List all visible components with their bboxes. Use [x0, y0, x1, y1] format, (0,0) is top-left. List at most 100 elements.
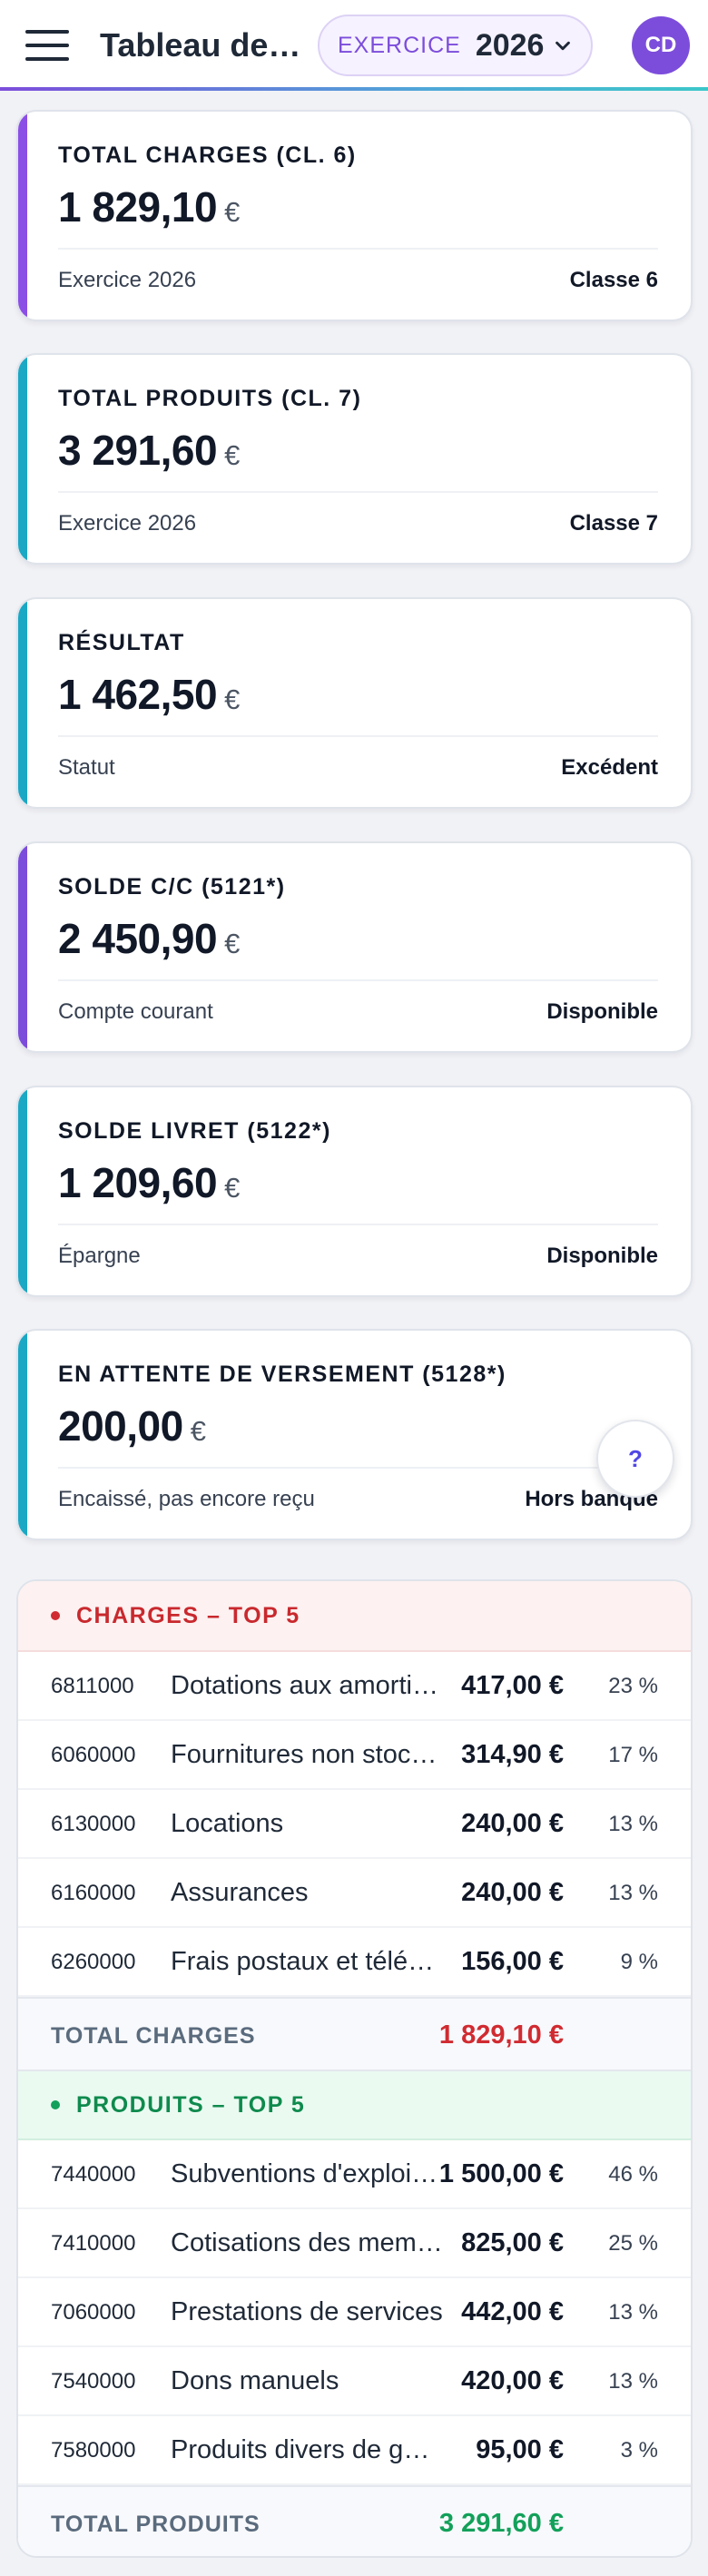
account-code: 7540000 [51, 2369, 136, 2394]
kpi-sub-left: Exercice 2026 [58, 268, 197, 292]
kpi-value: 1 829,10 [58, 183, 218, 231]
account-percent: 17 % [608, 1743, 658, 1767]
account-code: 6160000 [51, 1881, 136, 1905]
account-percent: 13 % [608, 2300, 658, 2325]
kpi-label: SOLDE LIVRET (5122*) [58, 1118, 331, 1144]
account-amount: 95,00 € [476, 2435, 564, 2464]
account-amount: 1 500,00 € [438, 2159, 564, 2188]
table-row[interactable]: 6130000 Locations 240,00 € 13 % [18, 1790, 691, 1859]
kpi-sub-right: Excédent [561, 755, 658, 780]
kpi-card-en-attente: EN ATTENTE DE VERSEMENT (5128*) 200,00 €… [16, 1329, 693, 1540]
account-label: Produits divers de gestion [171, 2435, 443, 2464]
user-avatar[interactable]: CD [632, 16, 690, 74]
account-amount: 156,00 € [461, 1947, 564, 1976]
kpi-value: 200,00 [58, 1402, 183, 1450]
kpi-label: TOTAL PRODUITS (CL. 7) [58, 386, 362, 411]
kpi-sub-right: Disponible [546, 1244, 658, 1268]
kpi-sub-left: Exercice 2026 [58, 511, 197, 536]
account-amount: 240,00 € [461, 1809, 564, 1838]
kpi-sub-right: Classe 7 [569, 511, 658, 536]
account-percent: 9 % [620, 1950, 658, 1974]
kpi-card-solde-livret: SOLDE LIVRET (5122*) 1 209,60 € Épargne … [16, 1086, 693, 1297]
kpi-value: 2 450,90 [58, 915, 218, 962]
account-label: Frais postaux et télécommunications [171, 1947, 443, 1976]
top-bar-gradient-divider [0, 87, 708, 91]
kpi-label: RÉSULTAT [58, 630, 185, 655]
account-code: 7410000 [51, 2231, 136, 2256]
account-label: Locations [171, 1809, 284, 1838]
kpi-sub-left: Statut [58, 755, 115, 780]
produits-total-amount: 3 291,60 € [438, 2509, 564, 2538]
kpi-accent-bar [18, 1087, 27, 1295]
kpi-sub-left: Épargne [58, 1244, 141, 1268]
kpi-card-total-produits: TOTAL PRODUITS (CL. 7) 3 291,60 € Exerci… [16, 353, 693, 565]
account-label: Cotisations des membres [171, 2228, 443, 2257]
kpi-currency: € [224, 928, 241, 959]
account-percent: 23 % [608, 1674, 658, 1698]
account-percent: 13 % [608, 2369, 658, 2394]
kpi-divider [58, 248, 658, 250]
kpi-value: 3 291,60 [58, 427, 218, 474]
table-row[interactable]: 6160000 Assurances 240,00 € 13 % [18, 1859, 691, 1928]
hamburger-menu-icon[interactable] [24, 27, 71, 64]
question-mark-icon: ? [628, 1444, 643, 1472]
kpi-sub-left: Compte courant [58, 999, 213, 1024]
charges-total-row: TOTAL CHARGES 1 829,10 € [18, 1997, 691, 2071]
account-amount: 420,00 € [461, 2366, 564, 2395]
help-button[interactable]: ? [596, 1420, 674, 1498]
exercise-year: 2026 [475, 27, 545, 63]
kpi-currency: € [224, 683, 241, 715]
page-title: Tableau de bord [100, 26, 307, 64]
table-row[interactable]: 7440000 Subventions d'exploitation 1 500… [18, 2140, 691, 2209]
table-row[interactable]: 7060000 Prestations de services 442,00 €… [18, 2278, 691, 2347]
table-row[interactable]: 7410000 Cotisations des membres 825,00 €… [18, 2209, 691, 2278]
account-amount: 442,00 € [461, 2297, 564, 2326]
table-row[interactable]: 7540000 Dons manuels 420,00 € 13 % [18, 2347, 691, 2416]
charges-total-label: TOTAL CHARGES [51, 2023, 256, 2049]
account-code: 6060000 [51, 1743, 136, 1767]
kpi-currency: € [190, 1415, 206, 1447]
table-row[interactable]: 6811000 Dotations aux amortissements 417… [18, 1652, 691, 1721]
account-percent: 13 % [608, 1812, 658, 1836]
account-label: Fournitures non stockées [171, 1740, 443, 1769]
kpi-value: 1 462,50 [58, 671, 218, 718]
account-code: 6130000 [51, 1812, 136, 1836]
kpi-divider [58, 735, 658, 737]
exercise-selector[interactable]: EXERCICE 2026 [318, 15, 593, 76]
chevron-down-icon [556, 41, 571, 51]
account-amount: 825,00 € [461, 2228, 564, 2257]
account-percent: 46 % [608, 2162, 658, 2187]
account-percent: 3 % [620, 2438, 658, 2463]
charges-dot-icon [51, 1611, 60, 1620]
kpi-label: SOLDE C/C (5121*) [58, 874, 286, 900]
charges-section-header: CHARGES – TOP 5 [18, 1581, 691, 1652]
exercise-label: EXERCICE [338, 32, 461, 58]
table-row[interactable]: 6060000 Fournitures non stockées 314,90 … [18, 1721, 691, 1790]
kpi-card-total-charges: TOTAL CHARGES (CL. 6) 1 829,10 € Exercic… [16, 110, 693, 321]
kpi-divider [58, 979, 658, 981]
produits-section-header: PRODUITS – TOP 5 [18, 2070, 691, 2140]
charges-section-title: CHARGES – TOP 5 [76, 1602, 300, 1628]
account-amount: 417,00 € [461, 1671, 564, 1700]
account-percent: 13 % [608, 1881, 658, 1905]
table-row[interactable]: 6260000 Frais postaux et télécommunicati… [18, 1928, 691, 1997]
kpi-sub-right: Disponible [546, 999, 658, 1024]
top-bar: Tableau de bord EXERCICE 2026 CD [0, 0, 708, 91]
account-code: 7440000 [51, 2162, 136, 2187]
account-label: Dotations aux amortissements [171, 1671, 443, 1700]
kpi-label: EN ATTENTE DE VERSEMENT (5128*) [58, 1362, 506, 1387]
kpi-currency: € [224, 1172, 241, 1204]
produits-section-title: PRODUITS – TOP 5 [76, 2091, 306, 2118]
kpi-accent-bar [18, 355, 27, 563]
account-amount: 314,90 € [461, 1740, 564, 1769]
kpi-divider [58, 1224, 658, 1225]
account-code: 6260000 [51, 1950, 136, 1974]
account-percent: 25 % [608, 2231, 658, 2256]
table-row[interactable]: 7580000 Produits divers de gestion 95,00… [18, 2416, 691, 2485]
kpi-accent-bar [18, 599, 27, 807]
kpi-sub-left: Encaissé, pas encore reçu [58, 1487, 315, 1511]
account-label: Assurances [171, 1878, 309, 1907]
kpi-value: 1 209,60 [58, 1159, 218, 1206]
account-code: 7580000 [51, 2438, 136, 2463]
kpi-accent-bar [18, 112, 27, 320]
